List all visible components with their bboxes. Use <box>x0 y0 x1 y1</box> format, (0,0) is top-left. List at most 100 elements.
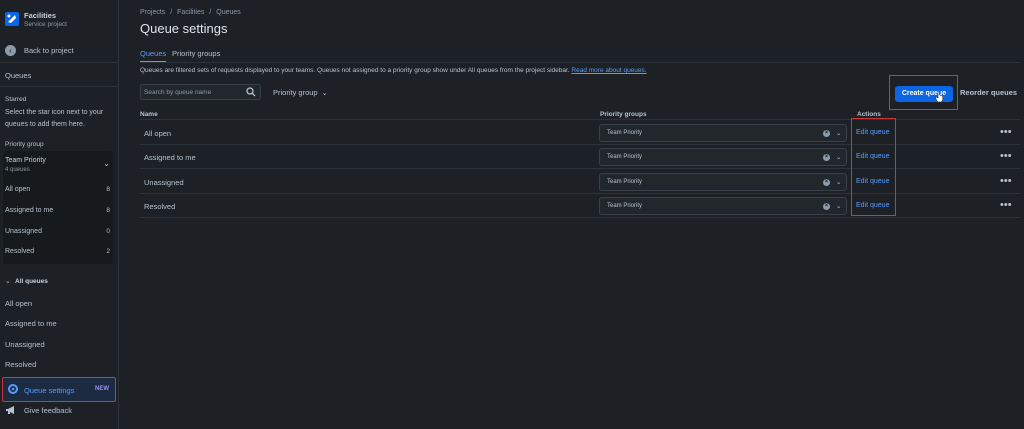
sidebar-item-resolved[interactable]: Resolved <box>5 360 36 369</box>
create-queue-button[interactable]: Create queue <box>895 86 953 102</box>
breadcrumb-facilities[interactable]: Facilities <box>177 9 204 16</box>
table-row: Resolved Team Priority × ⌄ Edit queue ••… <box>140 194 1020 218</box>
sidebar-item-all-open[interactable]: All open 8 <box>5 183 111 197</box>
new-badge: NEW <box>95 386 109 392</box>
search-box <box>140 84 261 100</box>
sidebar-item-unassigned[interactable]: Unassigned 0 <box>5 225 111 239</box>
column-header-priority-groups: Priority groups <box>600 111 647 118</box>
row-divider <box>140 217 1020 218</box>
arrow-left-icon: ‹ <box>5 45 16 56</box>
list-item-count: 8 <box>106 207 110 214</box>
search-icon <box>246 87 256 97</box>
edit-queue-link[interactable]: Edit queue <box>856 178 889 185</box>
breadcrumb-projects[interactable]: Projects <box>140 9 165 16</box>
priority-group-heading: Priority group <box>5 141 44 148</box>
queue-settings-label: Queue settings <box>24 386 75 395</box>
sidebar-item-resolved[interactable]: Resolved 2 <box>5 245 111 259</box>
breadcrumb-separator: / <box>170 9 173 16</box>
table-row: Unassigned Team Priority × ⌄ Edit queue … <box>140 170 1020 194</box>
create-queue-highlight: Create queue <box>889 75 958 110</box>
page-title: Queue settings <box>140 21 228 36</box>
queue-name: Assigned to me <box>144 153 196 162</box>
gear-icon <box>8 384 18 394</box>
all-queues-heading: All queues <box>15 278 48 285</box>
back-label: Back to project <box>24 46 74 55</box>
project-logo-icon <box>5 12 19 26</box>
all-queues-toggle[interactable]: ⌄ All queues <box>5 277 115 289</box>
clear-icon[interactable]: × <box>823 203 830 210</box>
chevron-down-icon: ⌄ <box>836 130 842 137</box>
divider <box>140 119 1020 120</box>
page-description: Queues are filtered sets of requests dis… <box>140 67 647 74</box>
clear-icon[interactable]: × <box>823 130 830 137</box>
tab-queues[interactable]: Queues <box>140 49 167 63</box>
select-value: Team Priority <box>607 154 643 160</box>
clear-icon[interactable]: × <box>823 154 830 161</box>
more-options-icon[interactable]: ••• <box>1000 126 1012 138</box>
list-item-count: 2 <box>106 248 110 255</box>
more-options-icon[interactable]: ••• <box>1000 175 1012 187</box>
filter-label: Priority group <box>273 88 318 97</box>
chevron-down-icon: ⌄ <box>836 154 842 161</box>
megaphone-icon <box>6 406 14 414</box>
hand-cursor-icon <box>935 91 944 102</box>
priority-group-filter[interactable]: Priority group ⌄ <box>273 88 327 97</box>
edit-queue-link[interactable]: Edit queue <box>856 129 889 136</box>
chevron-down-icon: ⌄ <box>836 203 842 210</box>
sidebar-item-queue-settings[interactable]: Queue settings NEW <box>2 377 116 402</box>
column-header-actions: Actions <box>857 111 881 118</box>
column-header-name: Name <box>140 111 158 118</box>
sidebar-item-assigned-to-me[interactable]: Assigned to me <box>5 319 57 328</box>
list-item-label: Assigned to me <box>5 207 54 214</box>
breadcrumb-queues[interactable]: Queues <box>216 9 241 16</box>
select-value: Team Priority <box>607 203 643 209</box>
select-value: Team Priority <box>607 179 643 185</box>
project-header[interactable]: Facilities Service project <box>5 10 115 34</box>
edit-queue-link[interactable]: Edit queue <box>856 153 889 160</box>
reorder-queues-button[interactable]: Reorder queues <box>960 88 1017 97</box>
chevron-down-icon: ⌄ <box>836 179 842 186</box>
chevron-down-icon: ⌄ <box>321 90 328 97</box>
queue-name: Unassigned <box>144 178 184 187</box>
more-options-icon[interactable]: ••• <box>1000 150 1012 162</box>
starred-description: Select the star icon next to your queues… <box>5 109 104 128</box>
priority-group-title: Team Priority <box>5 157 46 164</box>
sidebar-item-unassigned[interactable]: Unassigned <box>5 340 45 349</box>
divider <box>140 62 1020 63</box>
sidebar-item-all-open[interactable]: All open <box>5 299 32 308</box>
sidebar: Facilities Service project ‹ Back to pro… <box>0 0 119 429</box>
priority-group-select[interactable]: Team Priority × ⌄ <box>599 197 847 215</box>
feedback-label: Give feedback <box>24 406 72 415</box>
list-item-label: All open <box>5 186 31 193</box>
queue-name: Resolved <box>144 202 176 211</box>
give-feedback-link[interactable]: Give feedback <box>5 404 115 418</box>
list-item-label: Unassigned <box>5 228 42 235</box>
list-item-count: 0 <box>106 228 110 235</box>
priority-group-toggle[interactable]: Team Priority 4 queues ⌄ <box>5 155 111 177</box>
table-row: Assigned to me Team Priority × ⌄ Edit qu… <box>140 145 1020 169</box>
list-item-label: Resolved <box>5 248 35 255</box>
chevron-down-icon: ⌄ <box>103 159 110 168</box>
more-options-icon[interactable]: ••• <box>1000 199 1012 211</box>
search-input[interactable] <box>144 86 242 98</box>
edit-queue-link[interactable]: Edit queue <box>856 202 889 209</box>
read-more-link[interactable]: Read more about queues. <box>571 67 646 74</box>
divider <box>0 86 118 87</box>
description-text: Queues are filtered sets of requests dis… <box>140 67 570 74</box>
project-type: Service project <box>24 21 67 28</box>
queue-name: All open <box>144 129 172 138</box>
list-item-count: 8 <box>106 186 110 193</box>
table-row: All open Team Priority × ⌄ Edit queue ••… <box>140 121 1020 145</box>
sidebar-item-assigned-to-me[interactable]: Assigned to me 8 <box>5 204 111 218</box>
priority-group-select[interactable]: Team Priority × ⌄ <box>599 148 847 166</box>
priority-group-select[interactable]: Team Priority × ⌄ <box>599 124 847 142</box>
clear-icon[interactable]: × <box>823 179 830 186</box>
priority-group-select[interactable]: Team Priority × ⌄ <box>599 173 847 191</box>
queues-heading: Queues <box>5 71 32 80</box>
row-divider <box>140 168 1020 169</box>
back-to-project-link[interactable]: ‹ Back to project <box>5 44 115 58</box>
select-value: Team Priority <box>607 130 643 136</box>
priority-group-panel: Team Priority 4 queues ⌄ All open 8 Assi… <box>3 151 113 264</box>
tab-priority-groups[interactable]: Priority groups <box>172 49 220 58</box>
starred-heading: Starred <box>5 96 27 103</box>
